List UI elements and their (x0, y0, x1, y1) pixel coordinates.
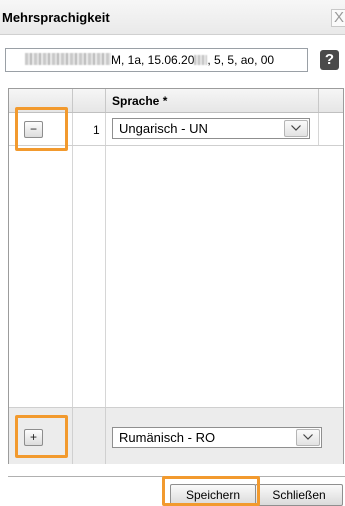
dialog-title: Mehrsprachigkeit (2, 10, 110, 25)
context-field: M, 1a, 15.06.20 , 5, 5, ao, 00 (5, 48, 308, 72)
new-language-select-value: Rumänisch - RO (119, 430, 216, 445)
language-select[interactable]: Ungarisch - UN (112, 118, 310, 139)
row-number: 1 (93, 123, 100, 137)
column-divider (72, 146, 73, 407)
footer-divider (72, 408, 73, 464)
chevron-down-icon[interactable] (284, 120, 308, 137)
chevron-down-icon[interactable] (296, 429, 320, 446)
context-text-a: M, 1a, 15.06.20 (111, 53, 195, 67)
context-text-b: , 5, 5, ao, 00 (207, 53, 275, 67)
help-question-icon[interactable]: ? (320, 50, 339, 70)
header-divider (105, 89, 106, 112)
row-divider (72, 113, 73, 145)
highlight-remove-row (15, 107, 68, 151)
column-header-language: Sprache * (112, 94, 168, 108)
footer-divider (105, 408, 106, 464)
header-divider (318, 89, 319, 112)
dialog-titlebar: Mehrsprachigkeit X (0, 0, 345, 35)
header-divider (72, 89, 73, 112)
row-divider (318, 113, 319, 145)
column-divider (105, 146, 106, 407)
new-language-select[interactable]: Rumänisch - RO (112, 427, 322, 448)
close-button[interactable]: Schließen (255, 484, 343, 506)
redacted-text (25, 53, 111, 65)
highlight-add-row (15, 415, 68, 458)
close-icon[interactable]: X (331, 9, 345, 27)
language-select-value: Ungarisch - UN (119, 121, 208, 136)
highlight-save (162, 476, 260, 506)
row-divider (105, 113, 106, 145)
redacted-text-small (194, 55, 208, 65)
